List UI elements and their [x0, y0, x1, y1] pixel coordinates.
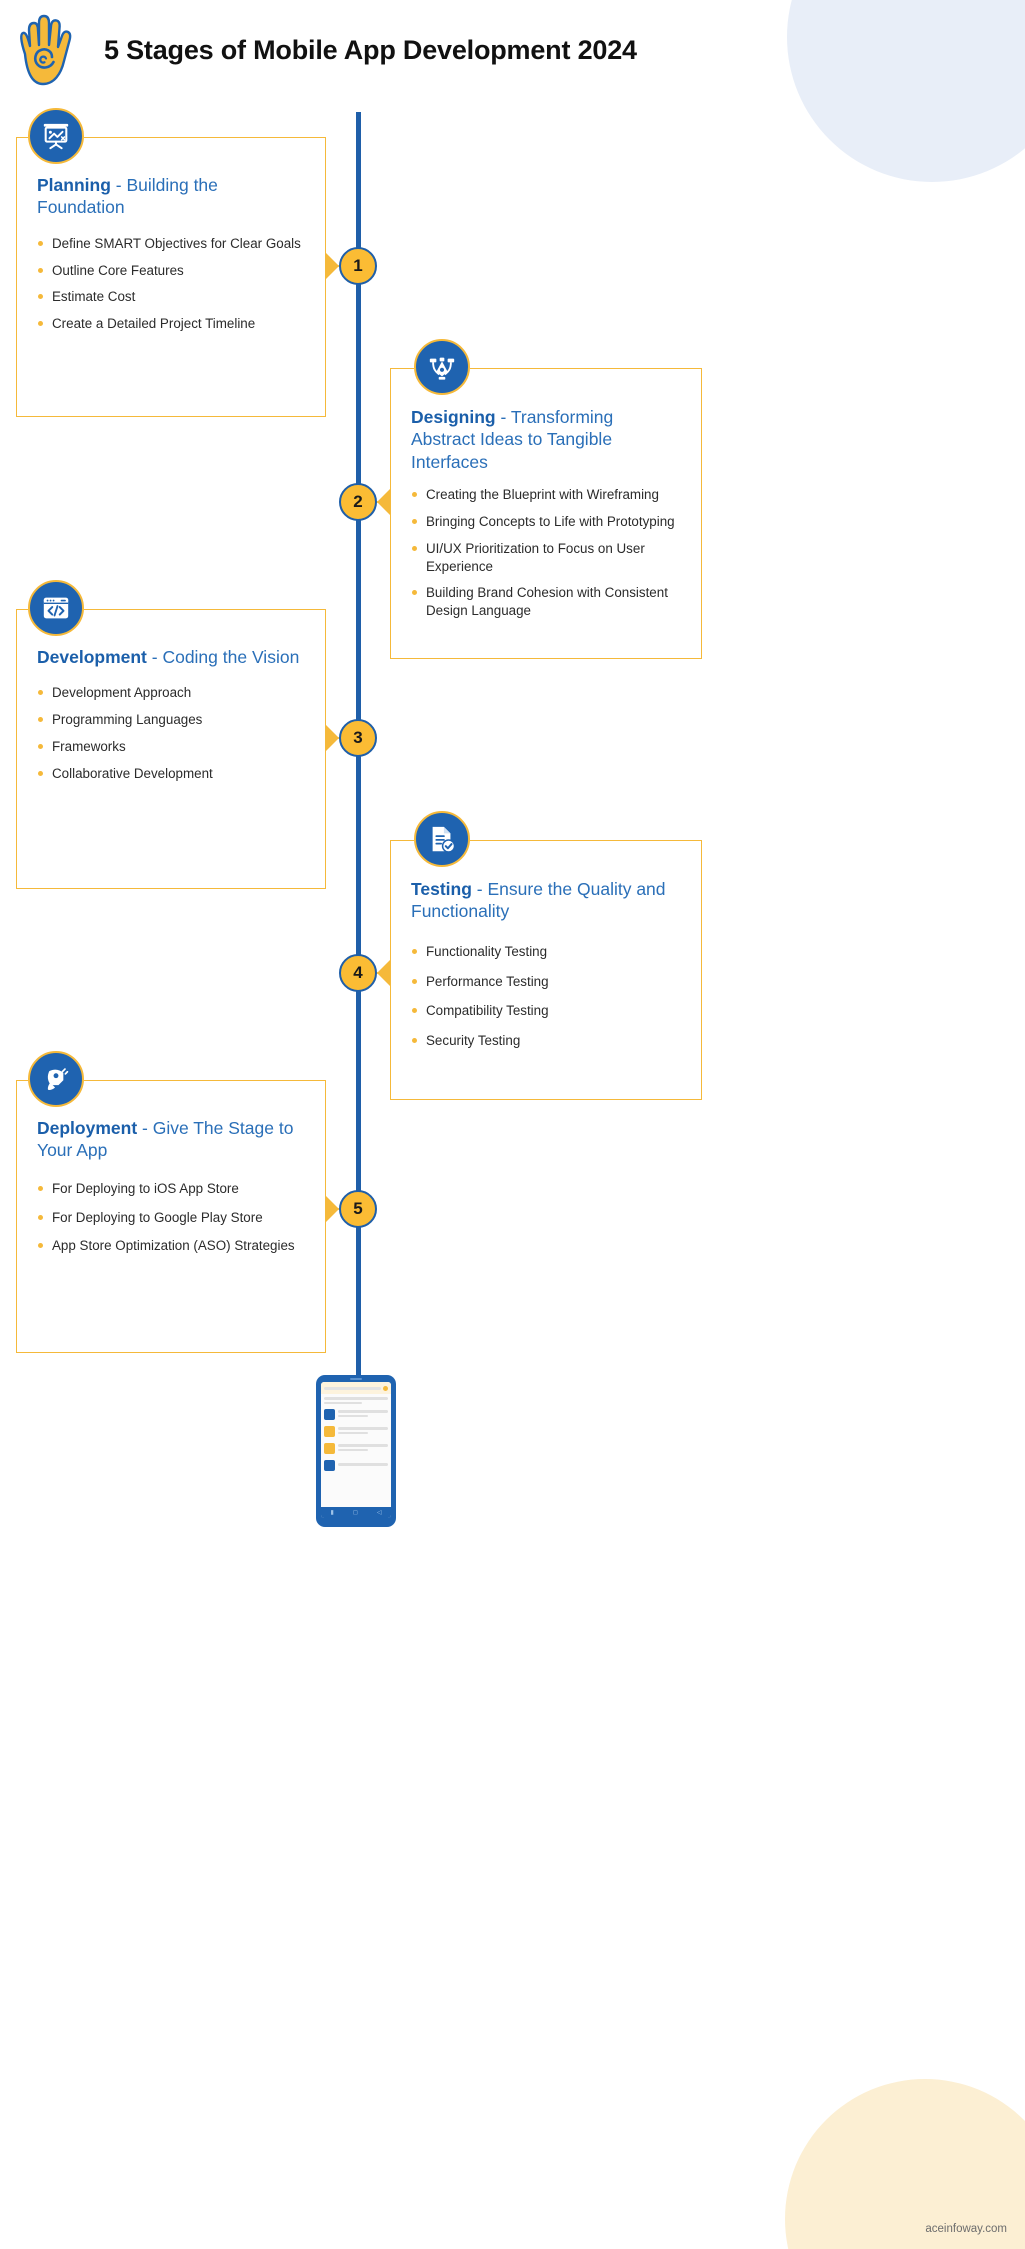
phone-thumb — [324, 1409, 335, 1420]
phone-line — [338, 1427, 388, 1430]
phone-screen: ▮ ◻ ◁ — [321, 1382, 391, 1518]
phone-line — [338, 1410, 388, 1413]
stage-title-designing: Designing - Transforming Abstract Ideas … — [411, 406, 681, 473]
phone-search-area — [321, 1394, 391, 1404]
phone-line — [338, 1448, 368, 1451]
footer-source: aceinfoway.com — [925, 2223, 1007, 2235]
presentation-chart-icon — [28, 108, 84, 164]
phone-line — [338, 1431, 368, 1434]
card-notch-4 — [377, 960, 390, 986]
list-item: Development Approach — [37, 684, 305, 702]
code-window-icon — [28, 580, 84, 636]
stage-title-bold: Testing — [411, 879, 472, 899]
phone-lines — [338, 1427, 388, 1436]
list-item: Estimate Cost — [37, 288, 305, 306]
timeline-node-5[interactable]: 5 — [339, 1190, 377, 1228]
page-header: 5 Stages of Mobile App Development 2024 — [0, 0, 1025, 100]
phone-lines — [338, 1463, 388, 1468]
stage-title-bold: Designing — [411, 407, 496, 427]
phone-header-bar — [324, 1386, 381, 1390]
stage-bullets-development: Development Approach Programming Languag… — [37, 684, 305, 782]
phone-nav-bar: ▮ ◻ ◁ — [321, 1507, 391, 1518]
phone-nav-home-icon: ◻ — [352, 1509, 358, 1516]
node-number: 2 — [353, 492, 363, 511]
phone-lines — [338, 1444, 388, 1453]
list-item: Building Brand Cohesion with Consistent … — [411, 584, 681, 620]
stage-bullets-testing: Functionality Testing Performance Testin… — [411, 943, 681, 1050]
stage-bullets-deployment: For Deploying to iOS App Store For Deplo… — [37, 1180, 305, 1255]
infographic-page: 5 Stages of Mobile App Development 2024 … — [0, 0, 1025, 2249]
timeline-node-4[interactable]: 4 — [339, 954, 377, 992]
card-notch-3 — [326, 725, 339, 751]
list-item: Compatibility Testing — [411, 1002, 681, 1020]
stage-card-planning[interactable]: Planning - Building the Foundation Defin… — [16, 137, 326, 417]
phone-thumb — [324, 1426, 335, 1437]
phone-list-item — [321, 1440, 391, 1457]
list-item: Define SMART Objectives for Clear Goals — [37, 235, 305, 253]
phone-line — [324, 1397, 388, 1400]
list-item: For Deploying to Google Play Store — [37, 1209, 305, 1227]
list-item: Performance Testing — [411, 973, 681, 991]
timeline-node-2[interactable]: 2 — [339, 483, 377, 521]
phone-thumb — [324, 1460, 335, 1471]
phone-lines — [338, 1410, 388, 1419]
stage-card-designing[interactable]: Designing - Transforming Abstract Ideas … — [390, 368, 702, 659]
node-number: 4 — [353, 963, 363, 982]
list-item: Outline Core Features — [37, 262, 305, 280]
list-item: Security Testing — [411, 1032, 681, 1050]
phone-nav-recents-icon: ◁ — [376, 1509, 382, 1516]
card-notch-1 — [326, 253, 339, 279]
list-item: Bringing Concepts to Life with Prototypi… — [411, 513, 681, 531]
list-item: Create a Detailed Project Timeline — [37, 315, 305, 333]
timeline-node-3[interactable]: 3 — [339, 719, 377, 757]
card-notch-5 — [326, 1196, 339, 1222]
phone-thumb — [324, 1443, 335, 1454]
phone-app-header — [321, 1382, 391, 1394]
list-item: Collaborative Development — [37, 765, 305, 783]
stage-bullets-planning: Define SMART Objectives for Clear Goals … — [37, 235, 305, 333]
list-item: Creating the Blueprint with Wireframing — [411, 486, 681, 504]
pen-tool-icon — [414, 339, 470, 395]
hand-spiral-logo-icon — [20, 14, 72, 86]
list-item: UI/UX Prioritization to Focus on User Ex… — [411, 540, 681, 576]
list-item: Functionality Testing — [411, 943, 681, 961]
smartphone-app-mockup: ▮ ◻ ◁ — [316, 1375, 396, 1527]
phone-header-dot — [383, 1385, 388, 1391]
list-item: App Store Optimization (ASO) Strategies — [37, 1237, 305, 1255]
rocket-icon — [28, 1051, 84, 1107]
stage-title-testing: Testing - Ensure the Quality and Functio… — [411, 878, 681, 923]
stage-title-development: Development - Coding the Vision — [37, 646, 305, 668]
timeline-node-1[interactable]: 1 — [339, 247, 377, 285]
stage-title-rest: - Coding the Vision — [146, 647, 300, 667]
phone-list-item — [321, 1423, 391, 1440]
stage-card-development[interactable]: Development - Coding the Vision Developm… — [16, 609, 326, 889]
stage-title-deployment: Deployment - Give The Stage to Your App — [37, 1117, 305, 1162]
list-item: For Deploying to iOS App Store — [37, 1180, 305, 1198]
phone-line — [338, 1463, 388, 1466]
phone-list-item — [321, 1457, 391, 1474]
node-number: 5 — [353, 1199, 363, 1218]
list-item: Programming Languages — [37, 711, 305, 729]
stage-title-bold: Development — [37, 647, 147, 667]
phone-line — [338, 1444, 388, 1447]
phone-line — [338, 1414, 368, 1417]
list-item: Frameworks — [37, 738, 305, 756]
stage-card-testing[interactable]: Testing - Ensure the Quality and Functio… — [390, 840, 702, 1100]
phone-speaker-notch — [350, 1378, 362, 1380]
stage-title-bold: Planning — [37, 175, 111, 195]
page-title: 5 Stages of Mobile App Development 2024 — [104, 34, 637, 65]
stage-bullets-designing: Creating the Blueprint with Wireframing … — [411, 486, 681, 620]
stage-title-bold: Deployment — [37, 1118, 138, 1138]
stage-title-planning: Planning - Building the Foundation — [37, 174, 305, 219]
stage-card-deployment[interactable]: Deployment - Give The Stage to Your App … — [16, 1080, 326, 1353]
node-number: 1 — [353, 256, 363, 275]
phone-nav-back-icon: ▮ — [330, 1509, 334, 1516]
document-check-icon — [414, 811, 470, 867]
node-number: 3 — [353, 728, 363, 747]
phone-list-item — [321, 1406, 391, 1423]
card-notch-2 — [377, 489, 390, 515]
phone-line — [324, 1401, 363, 1404]
